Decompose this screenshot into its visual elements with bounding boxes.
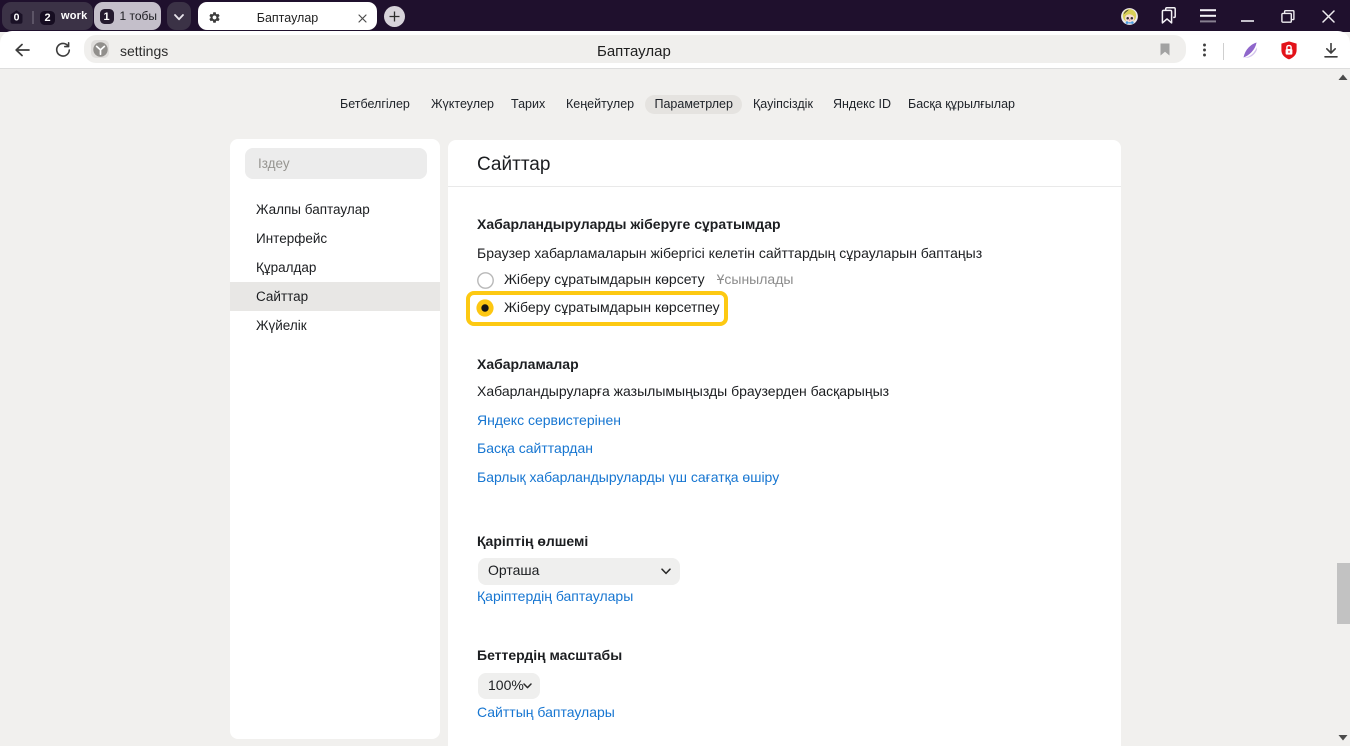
svg-text:0: 0 xyxy=(14,12,20,24)
